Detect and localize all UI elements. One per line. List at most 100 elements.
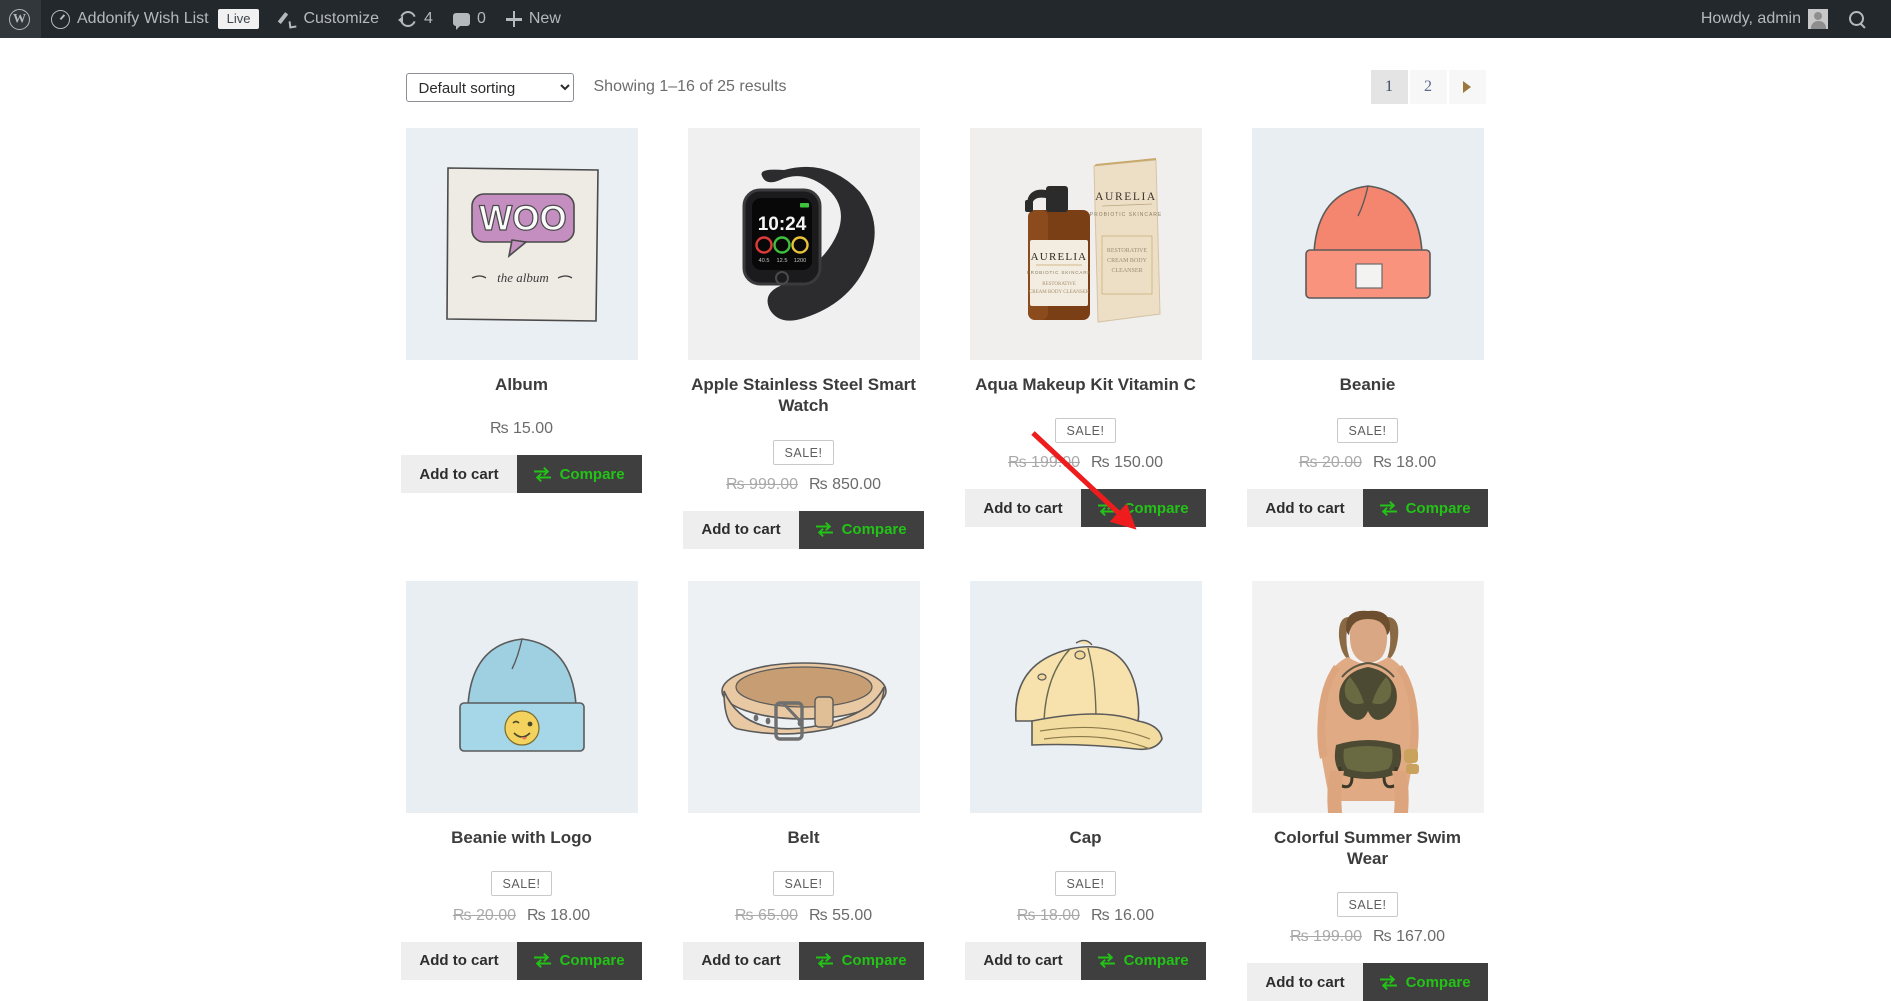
product-image-beanie-with-logo[interactable] [406, 581, 638, 813]
product-title-aqua-makeup-kit-vitamin-c[interactable]: Aqua Makeup Kit Vitamin C [975, 374, 1196, 395]
updates-button[interactable]: 4 [389, 0, 443, 38]
product-image-apple-stainless-steel-smart-watch[interactable]: 10:24 40.5 12.5 1200 [688, 128, 920, 360]
product-title-colorful-summer-swim-wear[interactable]: Colorful Summer Swim Wear [1252, 827, 1484, 870]
compare-button-album[interactable]: Compare [517, 455, 642, 493]
product-title-beanie[interactable]: Beanie [1340, 374, 1396, 395]
add-to-cart-button-beanie-with-logo[interactable]: Add to cart [401, 942, 516, 980]
price-album: ₨ 15.00 [490, 420, 553, 438]
product-title-belt[interactable]: Belt [787, 827, 819, 848]
my-account-menu[interactable]: Howdy, admin [1691, 0, 1838, 38]
price-cap: ₨ 18.00₨ 16.00 [1017, 907, 1154, 925]
avatar-icon [1808, 9, 1828, 29]
product-actions-beanie: Add to cart Compare [1247, 489, 1487, 527]
pagination-page-1[interactable]: 1 [1371, 70, 1408, 104]
howdy-label: Howdy, admin [1701, 10, 1801, 28]
dashboard-icon [51, 10, 70, 29]
compare-button-colorful-summer-swim-wear[interactable]: Compare [1363, 963, 1488, 1001]
sale-badge-apple-stainless-steel-smart-watch: SALE! [773, 440, 835, 465]
admin-bar-search-button[interactable] [1838, 0, 1877, 38]
compare-label: Compare [560, 466, 625, 483]
add-to-cart-button-apple-stainless-steel-smart-watch[interactable]: Add to cart [683, 511, 798, 549]
compare-button-apple-stainless-steel-smart-watch[interactable]: Compare [799, 511, 924, 549]
product-card-album: WOO the album Album₨ 15.00 Add to cart C… [406, 128, 638, 549]
compare-arrows-icon [1098, 501, 1115, 516]
compare-button-beanie-with-logo[interactable]: Compare [517, 942, 642, 980]
price-regular-cap: ₨ 18.00 [1017, 907, 1080, 925]
product-title-cap[interactable]: Cap [1069, 827, 1101, 848]
compare-label: Compare [1124, 500, 1189, 517]
shop-container: Default sortingSort by popularitySort by… [406, 38, 1486, 1001]
price-regular-beanie-with-logo: ₨ 20.00 [453, 907, 516, 925]
product-image-colorful-summer-swim-wear[interactable] [1252, 581, 1484, 813]
comments-count: 0 [477, 10, 486, 28]
product-image-cap[interactable] [970, 581, 1202, 813]
compare-button-beanie[interactable]: Compare [1363, 489, 1488, 527]
price-regular-colorful-summer-swim-wear: ₨ 199.00 [1290, 928, 1362, 946]
new-content-button[interactable]: New [496, 0, 571, 38]
compare-arrows-icon [816, 953, 833, 968]
product-image-beanie[interactable] [1252, 128, 1484, 360]
add-to-cart-button-album[interactable]: Add to cart [401, 455, 516, 493]
product-card-cap: CapSALE!₨ 18.00₨ 16.00 Add to cart Compa… [970, 581, 1202, 1001]
add-to-cart-button-aqua-makeup-kit-vitamin-c[interactable]: Add to cart [965, 489, 1080, 527]
compare-label: Compare [1406, 974, 1471, 991]
compare-arrows-icon [1098, 953, 1115, 968]
compare-arrows-icon [1380, 501, 1397, 516]
svg-text:CREAM BODY CLEANSER: CREAM BODY CLEANSER [1028, 290, 1089, 295]
product-actions-album: Add to cart Compare [401, 455, 641, 493]
product-card-beanie: BeanieSALE!₨ 20.00₨ 18.00 Add to cart Co… [1252, 128, 1484, 549]
product-title-beanie-with-logo[interactable]: Beanie with Logo [451, 827, 592, 848]
price-regular-belt: ₨ 65.00 [735, 907, 798, 925]
price-apple-stainless-steel-smart-watch: ₨ 999.00₨ 850.00 [726, 476, 881, 494]
product-actions-belt: Add to cart Compare [683, 942, 923, 980]
svg-text:the album: the album [497, 270, 549, 285]
price-current-beanie-with-logo: ₨ 18.00 [527, 907, 590, 925]
ordering-form: Default sortingSort by popularitySort by… [406, 73, 574, 102]
site-name-label: Addonify Wish List [77, 10, 209, 28]
add-to-cart-button-beanie[interactable]: Add to cart [1247, 489, 1362, 527]
caret-right-icon [1463, 81, 1471, 93]
product-card-colorful-summer-swim-wear: Colorful Summer Swim WearSALE!₨ 199.00₨ … [1252, 581, 1484, 1001]
add-to-cart-button-cap[interactable]: Add to cart [965, 942, 1080, 980]
add-to-cart-button-colorful-summer-swim-wear[interactable]: Add to cart [1247, 963, 1362, 1001]
pagination-next-button[interactable] [1449, 70, 1486, 104]
price-current-album: ₨ 15.00 [490, 420, 553, 438]
compare-arrows-icon [534, 467, 551, 482]
price-regular-apple-stainless-steel-smart-watch: ₨ 999.00 [726, 476, 798, 494]
compare-button-aqua-makeup-kit-vitamin-c[interactable]: Compare [1081, 489, 1206, 527]
add-to-cart-button-belt[interactable]: Add to cart [683, 942, 798, 980]
price-colorful-summer-swim-wear: ₨ 199.00 ₨ 167.00 [1290, 928, 1445, 946]
sale-badge-cap: SALE! [1055, 871, 1117, 896]
svg-text:PROBIOTIC SKINCARE: PROBIOTIC SKINCARE [1089, 212, 1161, 218]
svg-text:1200: 1200 [793, 258, 805, 264]
pagination: 1 2 [1371, 70, 1486, 104]
product-image-album[interactable]: WOO the album [406, 128, 638, 360]
product-card-belt: BeltSALE!₨ 65.00₨ 55.00 Add to cart Comp… [688, 581, 920, 1001]
plus-icon [506, 11, 522, 27]
product-actions-aqua-makeup-kit-vitamin-c: Add to cart Compare [965, 489, 1205, 527]
wordpress-logo-button[interactable] [0, 0, 41, 38]
price-current-colorful-summer-swim-wear: ₨ 167.00 [1373, 928, 1445, 946]
product-title-album[interactable]: Album [495, 374, 548, 395]
price-beanie-with-logo: ₨ 20.00 ₨ 18.00 [453, 907, 590, 925]
beanie-with-logo-artwork [406, 581, 638, 813]
compare-button-belt[interactable]: Compare [799, 942, 924, 980]
product-card-beanie-with-logo: Beanie with LogoSALE!₨ 20.00₨ 18.00 Add … [406, 581, 638, 1001]
product-title-apple-stainless-steel-smart-watch[interactable]: Apple Stainless Steel Smart Watch [688, 374, 920, 417]
sorting-select[interactable]: Default sortingSort by popularitySort by… [406, 73, 574, 102]
beanie-artwork [1252, 128, 1484, 360]
comments-button[interactable]: 0 [443, 0, 496, 38]
product-card-aqua-makeup-kit-vitamin-c: AURELIA PROBIOTIC SKINCARE RESTORATIVE C… [970, 128, 1202, 549]
svg-text:AURELIA: AURELIA [1095, 191, 1157, 203]
result-count: Showing 1–16 of 25 results [594, 78, 787, 96]
compare-button-cap[interactable]: Compare [1081, 942, 1206, 980]
admin-bar-left-group: Addonify Wish List Live Customize 4 0 Ne… [0, 0, 571, 38]
product-image-belt[interactable] [688, 581, 920, 813]
price-current-beanie: ₨ 18.00 [1373, 454, 1436, 472]
customize-button[interactable]: Customize [269, 0, 389, 38]
pagination-page-2[interactable]: 2 [1410, 70, 1447, 104]
compare-label: Compare [1124, 952, 1189, 969]
product-image-aqua-makeup-kit-vitamin-c[interactable]: AURELIA PROBIOTIC SKINCARE RESTORATIVE C… [970, 128, 1202, 360]
site-name-menu[interactable]: Addonify Wish List Live [41, 0, 269, 38]
live-badge: Live [218, 9, 260, 30]
